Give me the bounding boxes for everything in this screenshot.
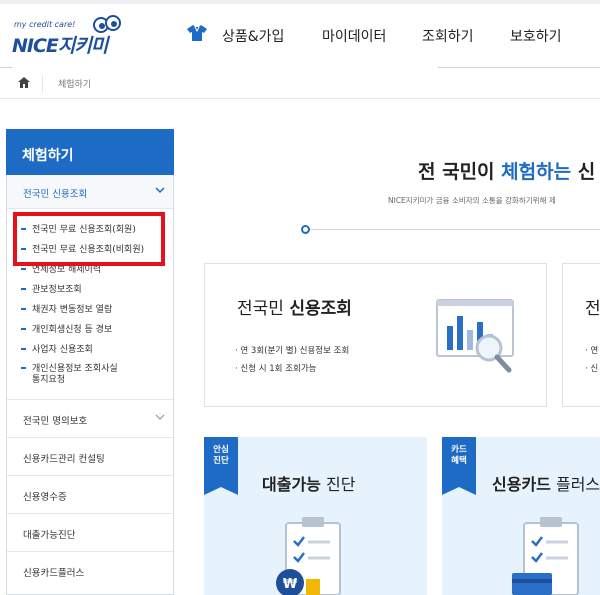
nav-mydata[interactable]: 마이데이터: [322, 26, 386, 46]
sidebar-sub-item[interactable]: 연체정보 해제이력: [21, 265, 101, 276]
promo-badge: 안심 진단: [204, 437, 238, 495]
sidebar-item-loan-diagnosis[interactable]: 대출가능진단: [7, 513, 173, 551]
site-header: my credit care! NICE지키미 상품&가입 마이데이터 조회하기…: [0, 4, 600, 527]
promo-title-rest: 플러스: [550, 475, 600, 494]
promo-title-bold: 대출가능: [262, 475, 321, 494]
bullet-icon: [21, 327, 26, 330]
badge-line: 진단: [213, 456, 229, 466]
sidebar-title: 체험하기: [6, 129, 174, 175]
hero-suffix: 신: [571, 161, 596, 183]
badge-line: 안심: [213, 445, 229, 455]
card-line: · 신: [585, 364, 599, 374]
nice-logo[interactable]: my credit care! NICE지키미: [12, 14, 438, 527]
promo-title: 신용카드 플러스: [492, 471, 600, 495]
promo-card-plus[interactable]: 카드 혜택 신용카드 플러스: [442, 437, 600, 595]
sidebar-item-credit-receipt[interactable]: 신용영수증: [7, 475, 173, 513]
card-credit-inquiry[interactable]: 전국민 신용조회 · 연 3회(분기 별) 신용정보 조회 · 신청 시 1회 …: [204, 263, 547, 407]
sidebar-sub-label: 사업자 신용조회: [32, 345, 93, 355]
nav-protect[interactable]: 보호하기: [510, 26, 562, 46]
home-icon[interactable]: [18, 77, 30, 88]
sidebar-sub-label-line2: 통지요청: [32, 375, 66, 385]
sidebar-item-label: 신용영수증: [23, 492, 67, 503]
highlight-box: [13, 212, 165, 266]
logo-tagline: my credit care!: [14, 20, 76, 29]
sidebar-item-label: 신용카드플러스: [23, 568, 85, 579]
sidebar-section-credit-inquiry[interactable]: 전국민 신용조회: [7, 175, 173, 209]
promo-loan-diagnosis[interactable]: 안심 진단 대출가능 진단 ₩: [204, 437, 427, 595]
badge-line: 혜택: [451, 456, 467, 466]
sidebar-sub-item[interactable]: 채권자 변동정보 열람: [21, 305, 112, 316]
sidebar-sub-label: 연체정보 해제이력: [32, 265, 102, 275]
bullet-icon: [21, 287, 26, 290]
sidebar-item-card-plus[interactable]: 신용카드플러스: [7, 551, 173, 589]
promo-title-rest: 진단: [320, 475, 356, 494]
sidebar-sub-label: 개인신용정보 조회사실: [32, 364, 118, 374]
step-line: [306, 229, 600, 230]
logo-brand-en: NICE: [12, 35, 59, 57]
card-line: · 신청 시 1회 조회가능: [235, 364, 317, 374]
chevron-down-icon: [155, 414, 165, 420]
card-line: · 연 3회(분기 별) 신용정보 조회: [235, 346, 350, 356]
svg-text:₩: ₩: [283, 577, 298, 592]
bullet-icon: [21, 307, 26, 310]
shirt-icon: [187, 25, 207, 41]
card-title-prefix: 전국민: [237, 299, 290, 319]
clipboard-money-icon: ₩: [276, 517, 341, 595]
card-title: 전: [585, 299, 600, 319]
page-subtitle: NICE지키미가 금융 소비자의 소통을 강화하기위해 제: [388, 196, 556, 205]
breadcrumb: 체험하기: [0, 69, 600, 99]
sidebar-section-label: 전국민 신용조회: [23, 189, 88, 200]
card-next[interactable]: 전 · 연 · 신: [562, 263, 600, 407]
bullet-icon: [21, 267, 26, 270]
logo-brand-ko: 지키미: [57, 35, 108, 57]
sidebar-item-label: 신용카드관리 컨설팅: [23, 454, 105, 465]
promo-badge: 카드 혜택: [442, 437, 476, 495]
card-title: 전국민 신용조회: [237, 294, 352, 319]
card-title-bold: 신용조회: [289, 299, 352, 319]
hero-prefix: 전 국민이: [418, 161, 502, 183]
sidebar-sub-item[interactable]: 개인신용정보 조회사실 통지요청: [21, 364, 118, 386]
promo-title-bold: 신용카드: [492, 475, 551, 494]
bullet-icon: [21, 347, 26, 350]
page-title: 전 국민이 체험하는 신: [418, 157, 595, 184]
breadcrumb-current[interactable]: 체험하기: [58, 77, 91, 90]
badge-line: 카드: [451, 445, 467, 455]
hero-highlight: 체험하는: [501, 161, 572, 183]
sidebar-item-identity-protect[interactable]: 전국민 명의보호: [7, 399, 173, 437]
sidebar-sub-item[interactable]: 개인회생신청 등 경보: [21, 325, 112, 336]
sidebar-item-label: 대출가능진단: [23, 530, 76, 541]
chart-magnifier-icon: [436, 299, 514, 373]
sidebar-item-label: 전국민 명의보호: [23, 416, 88, 427]
sidebar-menu: 전국민 명의보호 신용카드관리 컨설팅 신용영수증 대출가능진단 신용카드플러스: [6, 399, 174, 595]
sidebar-sub-label: 관보정보조회: [32, 285, 82, 295]
logo-eyes-icon: [93, 15, 121, 33]
chevron-up-icon: [155, 187, 165, 194]
sidebar-item-card-consulting[interactable]: 신용카드관리 컨설팅: [7, 437, 173, 475]
bullet-icon: [21, 366, 26, 369]
sidebar-sub-item[interactable]: 관보정보조회: [21, 285, 82, 296]
nav-inquiry[interactable]: 조회하기: [422, 26, 474, 46]
clipboard-card-icon: [512, 517, 579, 595]
sidebar-sub-label: 개인회생신청 등 경보: [32, 325, 113, 335]
sidebar-sub-label: 채권자 변동정보 열람: [32, 305, 113, 315]
step-dot: [301, 225, 310, 234]
breadcrumb-divider: [42, 75, 43, 93]
nav-products[interactable]: 상품&가입: [222, 26, 284, 46]
card-line: · 연: [585, 346, 599, 356]
sidebar-sub-item[interactable]: 사업자 신용조회: [21, 345, 93, 356]
promo-title: 대출가능 진단: [262, 471, 355, 495]
